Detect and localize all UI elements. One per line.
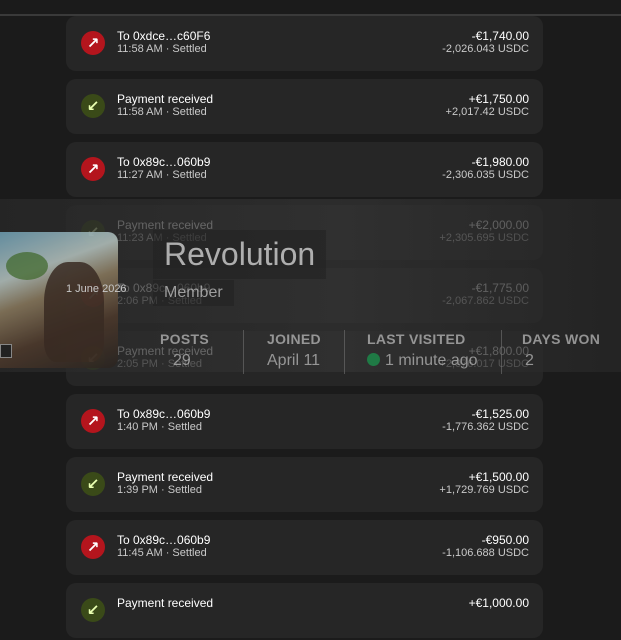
transaction-time: 11:45 AM · Settled bbox=[117, 547, 207, 559]
transaction-time: 11:58 AM · Settled bbox=[117, 43, 207, 55]
transaction-amount: +€1,500.00 bbox=[468, 470, 529, 484]
transaction-usdc: -1,776.362 USDC bbox=[442, 421, 529, 433]
profile-date: 1 June 2026 bbox=[66, 283, 127, 295]
arrow-up-right-icon: ↗ bbox=[81, 535, 105, 559]
avatar-foliage bbox=[6, 252, 48, 280]
transaction-title: Payment received bbox=[117, 596, 214, 610]
avatar[interactable] bbox=[0, 232, 118, 368]
stat-last-visited-label: LAST VISITED bbox=[367, 331, 466, 347]
transaction-row[interactable]: ↙ Payment received +€1,000.00 bbox=[66, 583, 543, 638]
transaction-row[interactable]: ↗ To 0x89c…060b9 11:45 AM · Settled -€950.0… bbox=[66, 520, 543, 575]
transaction-usdc: -2,026.043 USDC bbox=[442, 43, 529, 55]
transaction-time: 1:39 PM · Settled bbox=[117, 484, 202, 496]
stat-posts-label: POSTS bbox=[160, 331, 209, 347]
transaction-row[interactable]: ↙ Payment received 11:58 AM · Settled +€1,7… bbox=[66, 79, 543, 134]
transaction-amount: -€1,525.00 bbox=[471, 407, 529, 421]
stat-divider bbox=[344, 330, 345, 374]
arrow-up-right-icon: ↗ bbox=[81, 31, 105, 55]
arrow-up-right-icon: ↗ bbox=[81, 409, 105, 433]
image-icon bbox=[0, 344, 12, 358]
stat-divider bbox=[243, 330, 244, 374]
transaction-time: 11:27 AM · Settled bbox=[117, 169, 207, 181]
transaction-title: To 0x89c…060b9 bbox=[117, 155, 211, 169]
stat-joined-value: April 11 bbox=[267, 352, 321, 369]
transaction-amount: +€1,000.00 bbox=[468, 596, 529, 610]
avatar-person bbox=[44, 262, 104, 362]
transaction-title: Payment received bbox=[117, 470, 214, 484]
arrow-down-left-icon: ↙ bbox=[81, 472, 105, 496]
transaction-title: To 0x89c…060b9 bbox=[117, 407, 211, 421]
transaction-amount: -€950.00 bbox=[481, 533, 529, 547]
profile-name[interactable]: Revolution bbox=[153, 230, 327, 279]
stat-posts-value: 29 bbox=[173, 352, 191, 369]
transaction-amount: -€1,740.00 bbox=[471, 29, 529, 43]
transaction-row[interactable]: ↗ To 0xdce…c60F6 11:58 AM · Settled -€1,740… bbox=[66, 16, 543, 71]
transaction-row[interactable]: ↗ To 0x89c…060b9 11:27 AM · Settled -€1,980… bbox=[66, 142, 543, 197]
transaction-time: 11:58 AM · Settled bbox=[117, 106, 207, 118]
stat-days-won-label: DAYS WON bbox=[522, 331, 601, 347]
transaction-usdc: +1,729.769 USDC bbox=[439, 484, 529, 496]
transaction-amount: +€1,750.00 bbox=[468, 92, 529, 106]
transaction-usdc: -1,106.688 USDC bbox=[442, 547, 529, 559]
stat-last-visited: 1 minute ago bbox=[367, 352, 478, 370]
stat-last-visited-value: 1 minute ago bbox=[385, 352, 478, 369]
transaction-amount: -€1,980.00 bbox=[471, 155, 529, 169]
transaction-time: 1:40 PM · Settled bbox=[117, 421, 202, 433]
transaction-row[interactable]: ↙ Payment received 1:39 PM · Settled +€1,50… bbox=[66, 457, 543, 512]
arrow-down-left-icon: ↙ bbox=[81, 598, 105, 622]
online-status-icon bbox=[367, 353, 380, 366]
arrow-up-right-icon: ↗ bbox=[81, 157, 105, 181]
transaction-title: To 0xdce…c60F6 bbox=[117, 29, 211, 43]
arrow-down-left-icon: ↙ bbox=[81, 94, 105, 118]
profile-role: Member bbox=[153, 280, 234, 306]
transaction-title: Payment received bbox=[117, 92, 214, 106]
transaction-usdc: -2,306.035 USDC bbox=[442, 169, 529, 181]
stat-days-won-value: 2 bbox=[525, 352, 534, 369]
transaction-title: To 0x89c…060b9 bbox=[117, 533, 211, 547]
transaction-row[interactable]: ↗ To 0x89c…060b9 1:40 PM · Settled -€1,525.… bbox=[66, 394, 543, 449]
stat-joined-label: JOINED bbox=[267, 331, 321, 347]
stat-divider bbox=[501, 330, 502, 374]
transaction-usdc: +2,017.42 USDC bbox=[445, 106, 529, 118]
